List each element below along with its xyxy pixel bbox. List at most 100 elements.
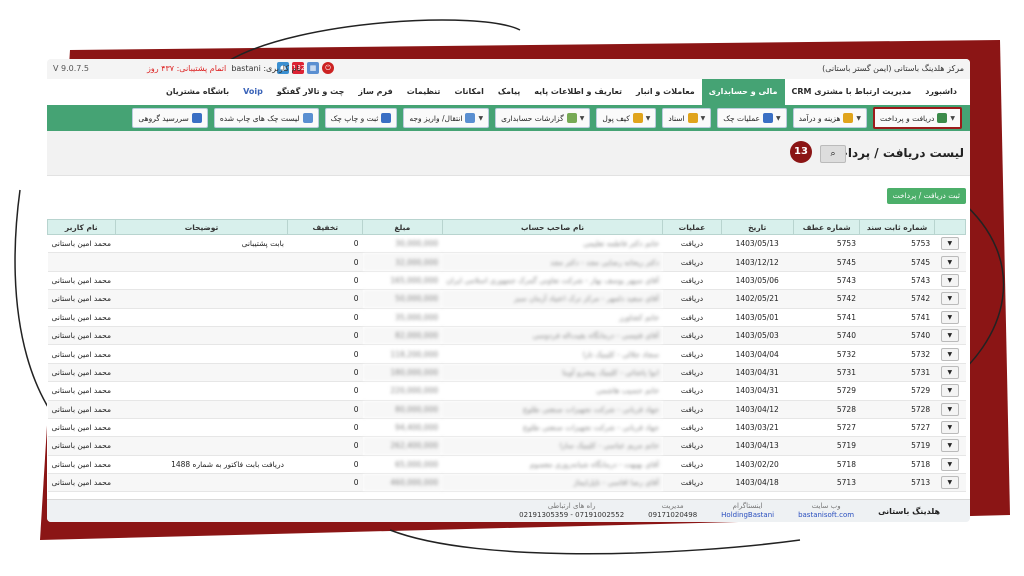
discount-cell: 0 <box>287 418 363 438</box>
menu-features[interactable]: امکانات <box>447 79 490 105</box>
transfer-button[interactable]: ▼ انتقال/ واریز وجه <box>403 108 490 128</box>
row-dropdown-icon[interactable]: ▼ <box>940 237 959 251</box>
app-window: مرکز هلدینگ باستانی (ایمن گستر باستانی) … <box>47 59 970 522</box>
table-row[interactable]: ▼ 5727 5727 1403/03/21 دریافت جهاد قربانی - ش… <box>47 418 966 438</box>
receive-pay-button[interactable]: ▼ دریافت و پرداخت <box>873 107 962 129</box>
instagram-link[interactable]: HoldingBastani <box>721 511 774 520</box>
menu-dashboard[interactable]: داشبورد <box>918 79 964 105</box>
row-menu-button[interactable]: ▼ <box>934 289 966 309</box>
table-row[interactable]: ▼ 5731 5731 1403/04/31 دریافت ابوا پاشائی - ک… <box>47 363 966 383</box>
table-row[interactable]: ▼ 5745 5745 1403/12/12 دریافت دکتر ریحانه رضا… <box>47 252 966 272</box>
col-user[interactable]: نام کاربر <box>47 219 116 235</box>
table-row[interactable]: ▼ 5753 5753 1403/05/13 دریافت خانم دکتر فاطمه… <box>47 234 966 254</box>
table-row[interactable]: ▼ 5732 5732 1403/04/04 دریافت سجاد جلالی - کل… <box>47 344 966 364</box>
wallet-button[interactable]: ▼ کیف پول <box>596 108 657 128</box>
print-check-button[interactable]: ثبت و چاپ چک <box>324 108 398 128</box>
menu-basic-info[interactable]: تعاریف و اطلاعات پایه <box>527 79 629 105</box>
calendar-icon[interactable]: ▦ <box>307 62 319 74</box>
website-link[interactable]: bastanisoft.com <box>798 511 854 520</box>
row-dropdown-icon[interactable]: ▼ <box>940 402 959 416</box>
amount-cell: 65,000,000 <box>362 455 443 475</box>
table-row[interactable]: ▼ 5741 5741 1403/05/01 دریافت خانم کشاورز 35,0… <box>47 308 966 327</box>
new-receive-pay-button[interactable]: ثبت دریافت / پرداخت <box>886 188 966 204</box>
row-dropdown-icon[interactable]: ▼ <box>940 384 959 398</box>
row-menu-button[interactable]: ▼ <box>934 234 966 254</box>
col-description[interactable]: توضیحات <box>114 219 289 235</box>
reports-button[interactable]: ▼ گزارشات حسابداری <box>495 108 591 128</box>
row-dropdown-icon[interactable]: ▼ <box>940 292 959 306</box>
expense-income-button[interactable]: ▼ هزینه و درآمد <box>792 108 868 128</box>
col-account-holder[interactable]: نام صاحب حساب <box>441 219 664 235</box>
row-menu-button[interactable]: ▼ <box>934 344 966 364</box>
col-ref-number[interactable]: شماره عطف <box>792 219 861 235</box>
table-row[interactable]: ▼ 5718 5718 1403/02/20 دریافت آقای بهبهت - در… <box>47 455 966 475</box>
description-cell <box>115 271 288 291</box>
ref-number-cell: 5731 <box>793 363 860 383</box>
row-menu-button[interactable]: ▼ <box>934 308 966 327</box>
calendar-grid-icon <box>191 113 202 123</box>
row-dropdown-icon[interactable]: ▼ <box>940 439 959 453</box>
row-dropdown-icon[interactable]: ▼ <box>940 255 959 269</box>
table-row[interactable]: ▼ 5719 5719 1403/04/13 دریافت خانم مریم عباسی… <box>47 436 966 456</box>
row-menu-button[interactable]: ▼ <box>934 326 966 346</box>
check-ops-button[interactable]: ▼ عملیات چک <box>717 108 787 128</box>
col-operation[interactable]: عملیات <box>662 219 722 235</box>
group-due-button[interactable]: سررسید گروهی <box>132 108 208 128</box>
table-row[interactable]: ▼ 5740 5740 1403/05/03 دریافت آقای فتیسی - در… <box>47 326 966 346</box>
row-menu-button[interactable]: ▼ <box>934 252 966 272</box>
user-cell: محمد امین باستانی <box>47 363 116 383</box>
menu-form-builder[interactable]: فرم ساز <box>351 79 399 105</box>
row-menu-button[interactable]: ▼ <box>934 455 966 475</box>
row-dropdown-icon[interactable]: ▼ <box>940 476 959 490</box>
row-menu-button[interactable]: ▼ <box>934 400 966 419</box>
row-dropdown-icon[interactable]: ▼ <box>940 273 959 287</box>
menu-sms[interactable]: پیامک <box>491 79 527 105</box>
row-dropdown-icon[interactable]: ▼ <box>940 347 959 361</box>
description-cell <box>115 289 288 309</box>
row-menu-button[interactable]: ▼ <box>934 271 966 291</box>
report-icon <box>566 113 577 123</box>
col-amount[interactable]: مبلغ <box>362 219 443 235</box>
amount-cell: 180,000,000 <box>362 363 443 383</box>
row-menu-button[interactable]: ▼ <box>934 418 966 438</box>
col-discount[interactable]: تخفیف <box>287 219 364 235</box>
user-cell: محمد امین باستانی <box>47 271 116 291</box>
amount-cell: 165,000,000 <box>362 271 443 291</box>
row-dropdown-icon[interactable]: ▼ <box>940 457 959 471</box>
description-cell <box>115 308 288 327</box>
row-dropdown-icon[interactable]: ▼ <box>940 365 959 379</box>
menu-voip[interactable]: Voip <box>236 79 270 105</box>
row-dropdown-icon[interactable]: ▼ <box>940 310 959 324</box>
row-menu-button[interactable]: ▼ <box>934 381 966 401</box>
doc-number-cell: 5740 <box>859 326 935 346</box>
row-menu-button[interactable]: ▼ <box>934 473 966 493</box>
transfer-label: انتقال/ واریز وجه <box>409 113 463 123</box>
operation-cell: دریافت <box>662 234 722 254</box>
docs-button[interactable]: ▼ اسناد <box>662 108 712 128</box>
account-holder-cell: آقای رضا اقاسی - تاپل‌ایماژ <box>442 473 663 493</box>
menu-chat[interactable]: چت و تالار گفتگو <box>270 79 351 105</box>
power-icon[interactable]: ⏻ <box>322 62 334 74</box>
expense-income-label: هزینه و درآمد <box>798 113 841 123</box>
row-dropdown-icon[interactable]: ▼ <box>940 421 959 435</box>
printed-checks-button[interactable]: لیست چک های چاپ شده <box>213 108 319 128</box>
table-row[interactable]: ▼ 5742 5742 1402/05/21 دریافت آقای سعید دلمهر… <box>47 289 966 309</box>
table-row[interactable]: ▼ 5729 5729 1403/04/31 دریافت خانم حسیب هاشمی… <box>47 381 966 401</box>
col-doc-number[interactable]: شماره ثابت سند <box>859 219 935 235</box>
menu-finance[interactable]: مالی و حسابداری <box>701 79 785 105</box>
menu-trade-warehouse[interactable]: معاملات و انبار <box>629 79 702 105</box>
amount-cell: 460,000,000 <box>362 473 443 493</box>
menu-crm[interactable]: مدیریت ارتباط با مشتری CRM <box>785 79 919 105</box>
ref-number-cell: 5740 <box>793 326 860 346</box>
row-menu-button[interactable]: ▼ <box>934 363 966 383</box>
table-row[interactable]: ▼ 5728 5728 1403/04/12 دریافت جهاد قربانی - ش… <box>47 400 966 419</box>
search-icon[interactable]: ⌕ <box>820 145 846 163</box>
table-row[interactable]: ▼ 5743 5743 1403/05/06 دریافت آقای سپهر یوسف … <box>47 271 966 291</box>
user-cell: محمد امین باستانی <box>47 436 116 456</box>
col-date[interactable]: تاریخ <box>720 219 794 235</box>
row-menu-button[interactable]: ▼ <box>934 436 966 456</box>
table-row[interactable]: ▼ 5713 5713 1403/04/18 دریافت آقای رضا اقاسی … <box>47 473 966 493</box>
menu-settings[interactable]: تنظیمات <box>400 79 448 105</box>
row-dropdown-icon[interactable]: ▼ <box>940 329 959 343</box>
menu-customer-club[interactable]: باشگاه مشتریان <box>159 79 236 105</box>
